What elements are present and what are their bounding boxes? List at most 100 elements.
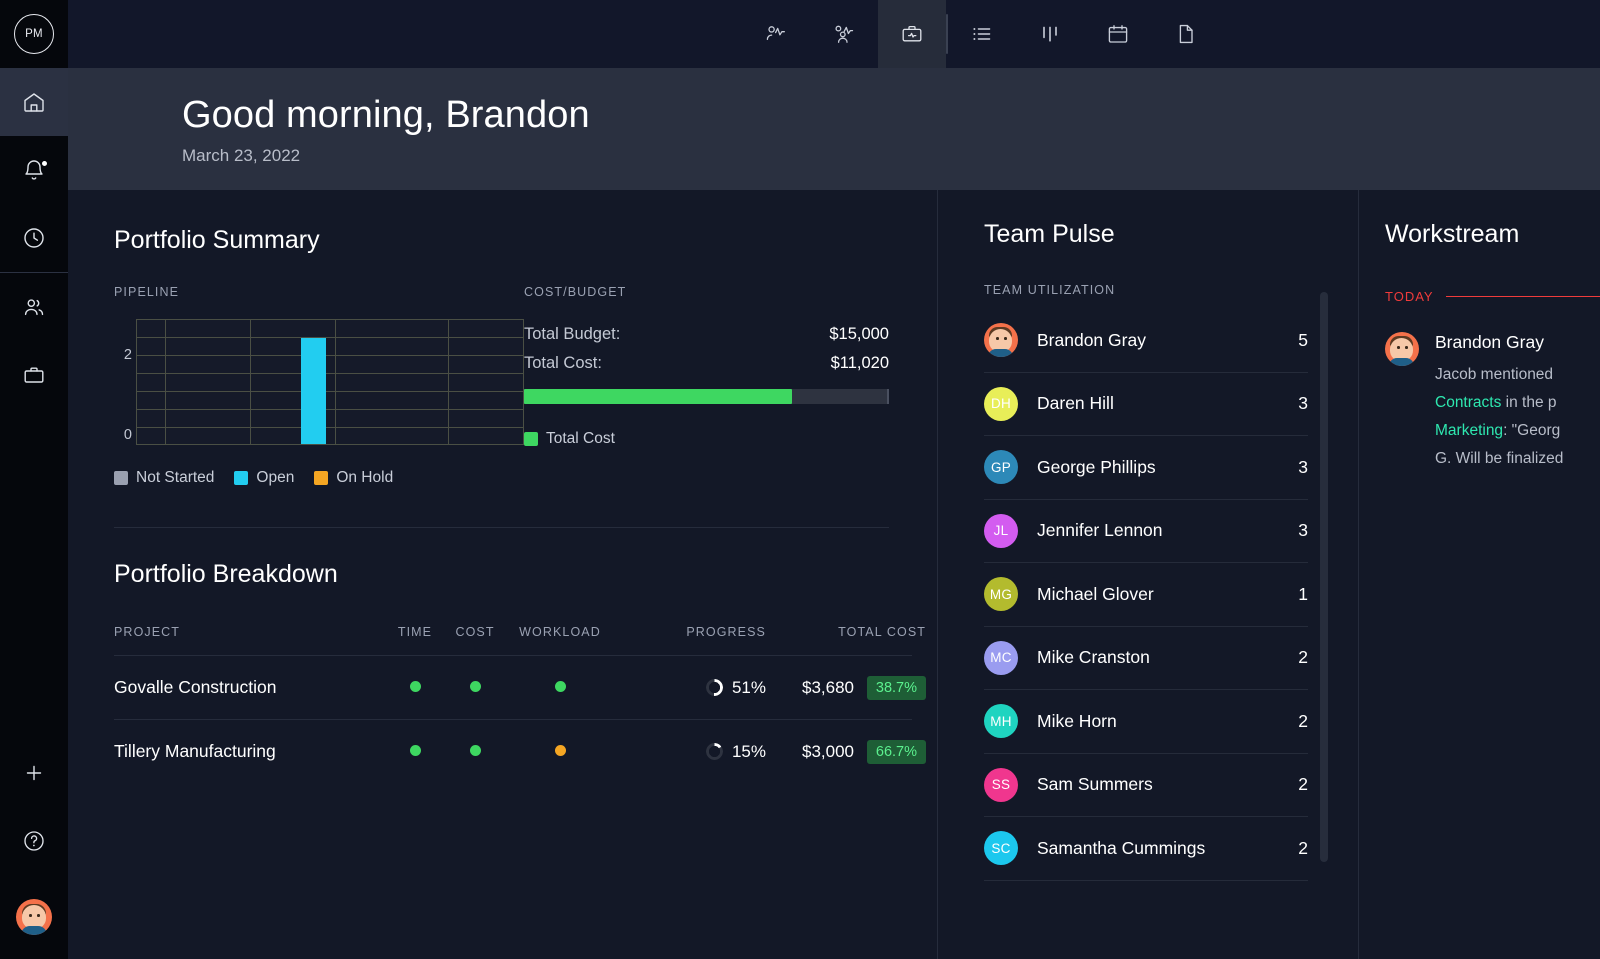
sidebar-item-home[interactable] [0, 68, 68, 136]
avatar: MC [984, 641, 1018, 675]
row-workload-status [504, 743, 616, 761]
row-percent-badge-cell: 66.7% [854, 740, 926, 764]
pipeline-chart: 2 0 [114, 319, 524, 445]
row-project-name: Tillery Manufacturing [114, 741, 384, 762]
tab-calendar-view[interactable] [1084, 0, 1152, 68]
progress-donut-icon [706, 679, 723, 696]
team-member-value: 2 [1298, 838, 1308, 859]
list-item[interactable]: DH Daren Hill 3 [984, 373, 1308, 437]
cost-budget-widget: COST/BUDGET Total Budget: $15,000 Total … [524, 285, 937, 487]
today-rule [1446, 296, 1600, 297]
plus-icon [23, 762, 45, 784]
avatar-initials: SC [991, 841, 1010, 856]
column-header-cost: COST [446, 625, 504, 639]
legend-swatch-total-cost [524, 432, 538, 446]
team-member-name: George Phillips [1037, 457, 1298, 478]
question-circle-icon [22, 829, 46, 853]
sidebar-item-team[interactable] [0, 273, 68, 341]
current-date: March 23, 2022 [182, 146, 1600, 166]
sidebar-item-help[interactable] [0, 807, 68, 875]
column-header-total-cost: TOTAL COST [766, 625, 926, 639]
avatar: DH [984, 387, 1018, 421]
sidebar-item-timesheets[interactable] [0, 204, 68, 272]
workstream-entry[interactable]: Brandon Gray Jacob mentioned Contracts i… [1385, 332, 1600, 473]
team-member-value: 2 [1298, 647, 1308, 668]
sidebar-item-projects[interactable] [0, 341, 68, 409]
list-item[interactable]: Brandon Gray 5 [984, 309, 1308, 373]
tab-my-work[interactable] [742, 0, 810, 68]
message-link-marketing[interactable]: Marketing [1435, 422, 1503, 439]
portfolio-breakdown-section: Portfolio Breakdown PROJECT TIME COST WO… [68, 528, 937, 783]
table-row[interactable]: Tillery Manufacturing 15% $3,000 66.7% [114, 719, 912, 783]
sidebar-item-notifications[interactable] [0, 136, 68, 204]
notification-badge [41, 160, 48, 167]
avatar: MH [984, 704, 1018, 738]
message-link-contracts[interactable]: Contracts [1435, 394, 1501, 411]
list-item[interactable]: SS Sam Summers 2 [984, 754, 1308, 818]
list-item[interactable]: MG Michael Glover 1 [984, 563, 1308, 627]
greeting-header: Good morning, Brandon March 23, 2022 [68, 68, 1600, 190]
briefcase-activity-icon [899, 21, 925, 47]
team-member-value: 2 [1298, 774, 1308, 795]
team-member-name: Daren Hill [1037, 393, 1298, 414]
sidebar-item-add[interactable] [0, 739, 68, 807]
legend-label-not-started: Not Started [136, 469, 214, 487]
total-cost-row: Total Cost: $11,020 [524, 354, 889, 373]
team-member-value: 1 [1298, 584, 1308, 605]
tab-board-view[interactable] [1016, 0, 1084, 68]
legend-item-total-cost[interactable]: Total Cost [524, 430, 615, 448]
table-row[interactable]: Govalle Construction 51% $3,680 38.7% [114, 655, 912, 719]
team-member-value: 5 [1298, 330, 1308, 351]
total-budget-value: $15,000 [829, 325, 889, 344]
legend-label-open: Open [256, 469, 294, 487]
team-pulse-scrollbar[interactable] [1320, 292, 1328, 862]
tab-portfolio[interactable] [878, 0, 946, 68]
team-member-name: Mike Horn [1037, 711, 1298, 732]
avatar [984, 323, 1018, 357]
avatar-initials: DH [991, 396, 1011, 411]
pipeline-label: PIPELINE [114, 285, 524, 299]
document-icon [1173, 21, 1199, 47]
y-tick-2: 2 [124, 347, 132, 363]
row-project-name: Govalle Construction [114, 677, 384, 698]
tab-list-view[interactable] [948, 0, 1016, 68]
legend-item-on-hold[interactable]: On Hold [314, 469, 393, 487]
list-icon [969, 21, 995, 47]
team-member-value: 3 [1298, 520, 1308, 541]
sidebar-item-account[interactable] [0, 875, 68, 959]
avatar-initials: MC [990, 650, 1012, 665]
top-tabs [742, 0, 1220, 68]
progress-donut-icon [706, 743, 723, 760]
workstream-today-divider: TODAY [1385, 289, 1600, 304]
kanban-icon [1037, 21, 1063, 47]
chart-plot-area [136, 319, 524, 445]
team-utilization-label: TEAM UTILIZATION [984, 283, 1358, 297]
avatar [16, 899, 52, 935]
list-item[interactable]: GP George Phillips 3 [984, 436, 1308, 500]
breakdown-table: PROJECT TIME COST WORKLOAD PROGRESS TOTA… [114, 625, 912, 783]
budget-progress-bar [524, 389, 889, 404]
avatar-initials: SS [992, 777, 1011, 792]
list-item[interactable]: MC Mike Cranston 2 [984, 627, 1308, 691]
top-navigation [68, 0, 1600, 68]
team-member-value: 3 [1298, 457, 1308, 478]
tab-documents[interactable] [1152, 0, 1220, 68]
column-header-progress: PROGRESS [616, 625, 766, 639]
tab-team-activity[interactable] [810, 0, 878, 68]
legend-item-not-started[interactable]: Not Started [114, 469, 214, 487]
row-cost-status [446, 679, 504, 697]
row-time-status [384, 743, 446, 761]
topbar-right-spacer [1220, 0, 1600, 68]
summary-columns: PIPELINE 2 0 [114, 285, 937, 487]
avatar [1385, 332, 1419, 366]
legend-item-open[interactable]: Open [234, 469, 294, 487]
legend-swatch-not-started [114, 471, 128, 485]
avatar: JL [984, 514, 1018, 548]
list-item[interactable]: MH Mike Horn 2 [984, 690, 1308, 754]
people-activity-icon [831, 21, 857, 47]
row-total-cost: $3,680 [766, 678, 854, 698]
app-logo[interactable]: PM [0, 0, 68, 68]
row-progress-text: 51% [732, 678, 766, 698]
list-item[interactable]: SC Samantha Cummings 2 [984, 817, 1308, 881]
list-item[interactable]: JL Jennifer Lennon 3 [984, 500, 1308, 564]
